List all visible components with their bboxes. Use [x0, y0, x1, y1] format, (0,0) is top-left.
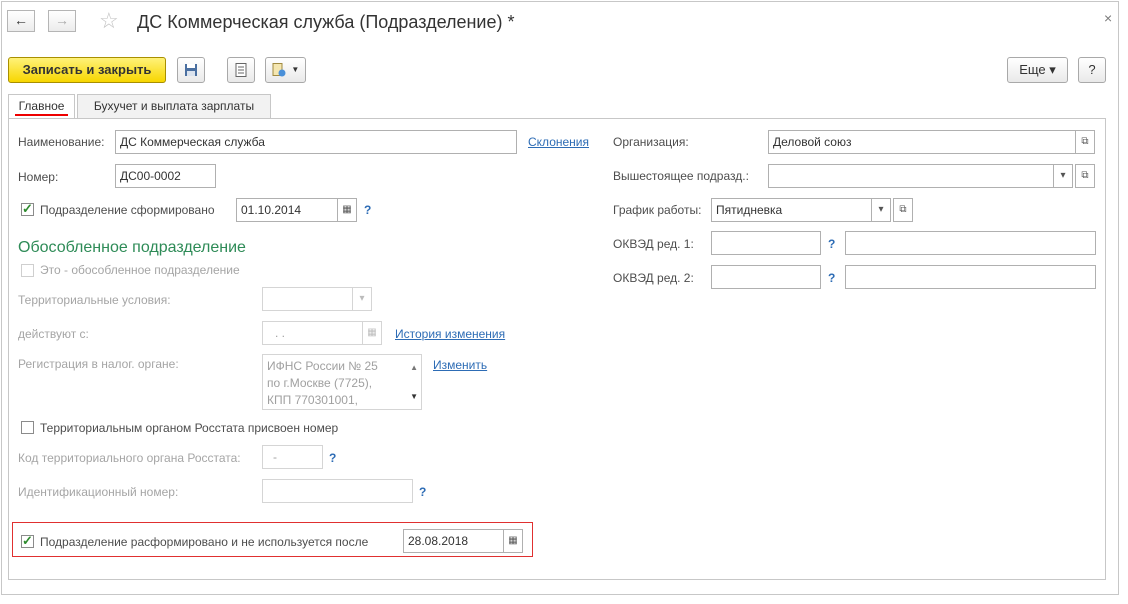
document-list-icon: [235, 63, 247, 77]
document-create-icon: [272, 63, 286, 77]
separate-checkbox[interactable]: [21, 264, 34, 277]
separate-label: Это - обособленное подразделение: [40, 263, 240, 277]
open-icon[interactable]: ⧉: [893, 198, 913, 222]
calendar-icon[interactable]: ▦: [362, 321, 382, 345]
number-input[interactable]: ДС00-0002: [115, 164, 216, 188]
tab-accounting-payroll[interactable]: Бухучет и выплата зарплаты: [77, 94, 271, 118]
formed-date-input[interactable]: 01.10.2014: [236, 198, 338, 222]
active-tab-underline: [15, 114, 68, 116]
create-based-on-button[interactable]: ▼: [265, 57, 306, 83]
name-label: Наименование:: [18, 135, 105, 149]
open-icon[interactable]: ⧉: [1075, 164, 1095, 188]
scroll-up-icon[interactable]: ▲: [410, 359, 418, 376]
number-label: Номер:: [18, 170, 59, 184]
close-icon[interactable]: ×: [1104, 10, 1112, 26]
ident-label: Идентификационный номер:: [18, 485, 179, 499]
effective-date-input[interactable]: . .: [262, 321, 363, 345]
effective-label: действуют с:: [18, 327, 89, 341]
forward-button[interactable]: →: [48, 10, 76, 32]
scroll-down-icon[interactable]: ▼: [410, 388, 418, 405]
chevron-down-icon[interactable]: ▾: [871, 198, 891, 222]
help-button[interactable]: ?: [1078, 57, 1106, 83]
calendar-icon[interactable]: ▦: [337, 198, 357, 222]
tax-line: КПП 770301001,: [267, 393, 358, 407]
tax-label: Регистрация в налог. органе:: [18, 357, 179, 371]
okved1-help-icon[interactable]: ?: [828, 237, 835, 251]
territorial-select[interactable]: [262, 287, 353, 311]
history-link[interactable]: История изменения: [395, 327, 505, 341]
parent-input[interactable]: [768, 164, 1054, 188]
tab-main[interactable]: Главное: [8, 94, 75, 118]
chevron-down-icon[interactable]: ▾: [1053, 164, 1073, 188]
rosstat-help-icon[interactable]: ?: [329, 451, 336, 465]
arrow-right-icon: →: [55, 12, 69, 28]
rosstat-check-label: Территориальным органом Росстата присвое…: [40, 421, 339, 435]
disbanded-date-input[interactable]: 28.08.2018: [403, 529, 504, 553]
org-label: Организация:: [613, 135, 689, 149]
formed-help-icon[interactable]: ?: [364, 203, 371, 217]
tab-accounting-label: Бухучет и выплата зарплаты: [93, 99, 255, 113]
tax-line: ИФНС России № 25: [267, 359, 378, 373]
okved2-help-icon[interactable]: ?: [828, 271, 835, 285]
chevron-down-icon[interactable]: ▾: [352, 287, 372, 311]
rosstat-checkbox[interactable]: [21, 421, 34, 434]
parent-label: Вышестоящее подразд.:: [613, 169, 749, 183]
tab-main-label: Главное: [18, 99, 65, 113]
formed-label: Подразделение сформировано: [40, 203, 215, 217]
more-button[interactable]: Еще ▾: [1007, 57, 1068, 83]
chevron-down-icon: ▼: [291, 65, 300, 74]
formed-checkbox[interactable]: ✓: [21, 202, 34, 216]
list-button[interactable]: [227, 57, 255, 83]
schedule-input[interactable]: Пятидневка: [711, 198, 872, 222]
save-button[interactable]: [177, 57, 205, 83]
schedule-label: График работы:: [613, 203, 702, 217]
save-and-close-button[interactable]: Записать и закрыть: [8, 57, 166, 83]
ident-input[interactable]: [262, 479, 413, 503]
tax-registration-field[interactable]: ИФНС России № 25 по г.Москве (7725), КПП…: [262, 354, 422, 410]
disbanded-checkbox[interactable]: ✓: [21, 534, 34, 548]
back-button[interactable]: ←: [7, 10, 35, 32]
open-icon[interactable]: ⧉: [1075, 130, 1095, 154]
disbanded-label: Подразделение расформировано и не исполь…: [40, 535, 369, 549]
change-link[interactable]: Изменить: [433, 358, 487, 372]
ident-help-icon[interactable]: ?: [419, 485, 426, 499]
okved1-code-input[interactable]: [711, 231, 821, 255]
okved1-name-input[interactable]: [845, 231, 1096, 255]
territorial-label: Территориальные условия:: [18, 293, 171, 307]
okved1-label: ОКВЭД ред. 1:: [613, 237, 694, 251]
name-input[interactable]: ДС Коммерческая служба: [115, 130, 517, 154]
okved2-label: ОКВЭД ред. 2:: [613, 271, 694, 285]
declension-link[interactable]: Склонения: [528, 135, 589, 149]
org-input[interactable]: Деловой союз: [768, 130, 1076, 154]
window-title: ДС Коммерческая служба (Подразделение) *: [137, 12, 515, 32]
okved2-code-input[interactable]: [711, 265, 821, 289]
section-title-separate: Обособленное подразделение: [18, 239, 246, 256]
rosstat-code-label: Код территориального органа Росстата:: [18, 451, 241, 465]
rosstat-code-input[interactable]: -: [262, 445, 323, 469]
floppy-disk-icon: [185, 64, 197, 76]
favorite-star-icon[interactable]: ☆: [99, 8, 119, 34]
calendar-icon[interactable]: ▦: [503, 529, 523, 553]
okved2-name-input[interactable]: [845, 265, 1096, 289]
arrow-left-icon: ←: [14, 12, 28, 28]
tax-line: по г.Москве (7725),: [267, 376, 373, 390]
